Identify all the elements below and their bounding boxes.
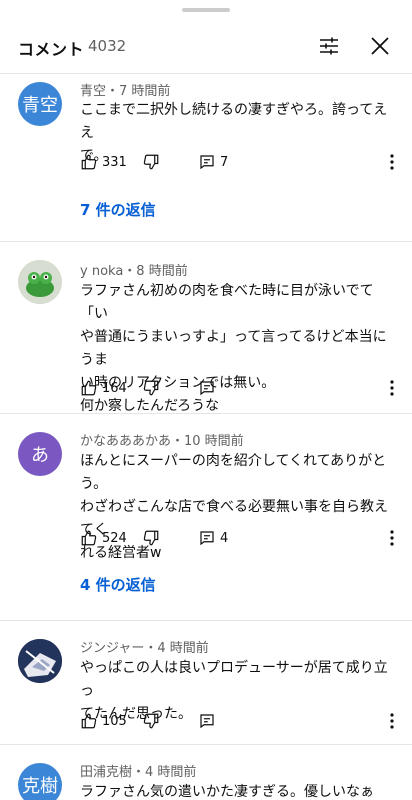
comment-actions: 164 (80, 376, 400, 400)
more-options-button[interactable] (382, 376, 402, 400)
more-options-button[interactable] (382, 526, 402, 550)
avatar-text: 克樹 (22, 776, 58, 797)
view-replies-link[interactable]: 4 件の返信 (80, 574, 156, 595)
comment-meta: 青空・7 時間前 (80, 84, 171, 99)
thumbs-up-icon (81, 530, 97, 546)
more-vert-icon (390, 154, 394, 170)
comment-item: 克樹 田浦克樹・4 時間前 ラファさん気の遣いかた凄すぎる。優しいなぁ (0, 745, 412, 800)
comment-icon (200, 714, 214, 729)
dislike-button[interactable] (142, 150, 160, 174)
like-count: 524 (102, 530, 127, 546)
more-options-button[interactable] (382, 709, 402, 733)
thumbs-down-icon (143, 380, 159, 396)
avatar[interactable]: 青空 (18, 82, 62, 126)
avatar[interactable] (18, 260, 62, 304)
thumbs-down-icon (143, 530, 159, 546)
reply-count: 4 (220, 530, 229, 546)
comment-count: 4032 (88, 37, 127, 55)
reply-count: 7 (220, 154, 229, 170)
comment-text: ラファさん気の遣いかた凄すぎる。優しいなぁ (80, 781, 390, 800)
thumbs-down-icon (143, 713, 159, 729)
comment-item: 青空 青空・7 時間前 ここまで二択外し続けるの凄すぎやろ。誇ってええ で。 3… (0, 74, 412, 242)
like-button[interactable]: 331 (80, 150, 127, 174)
more-vert-icon (390, 713, 394, 729)
avatar-text: あ (31, 445, 49, 466)
header-title: コメント (18, 40, 85, 59)
dislike-button[interactable] (142, 376, 160, 400)
comment-item: あ かなあああかあ・10 時間前 ほんとにスーパーの肉を紹介してくれてありがとう… (0, 414, 412, 621)
like-button[interactable]: 164 (80, 376, 127, 400)
more-vert-icon (390, 530, 394, 546)
comment-line: や普通にうまいっすよ」って言ってるけど本当にうま (80, 329, 387, 368)
like-count: 331 (102, 154, 127, 170)
sliders-icon (320, 37, 338, 55)
like-count: 105 (102, 713, 127, 729)
thumbs-up-icon (81, 713, 97, 729)
close-button[interactable] (366, 32, 394, 60)
comment-item: y noka・8 時間前 ラファさん初めの肉を食べた時に目が泳いでて「い や普通… (0, 242, 412, 414)
frog-avatar-icon (18, 260, 62, 304)
reply-button[interactable] (198, 709, 216, 733)
comments-header: コメント 4032 (0, 0, 412, 74)
thumbs-up-icon (81, 380, 97, 396)
thumbs-up-icon (81, 154, 97, 170)
comment-actions: 105 (80, 709, 400, 733)
avatar-text: 青空 (22, 95, 58, 116)
like-button[interactable]: 524 (80, 526, 127, 550)
comment-line: ここまで二択外し続けるの凄すぎやろ。誇ってええ (80, 102, 388, 141)
like-button[interactable]: 105 (80, 709, 127, 733)
dislike-button[interactable] (142, 526, 160, 550)
comment-icon (200, 155, 214, 170)
comment-actions: 524 4 (80, 526, 400, 550)
comment-icon (200, 531, 214, 546)
comment-icon (200, 381, 214, 396)
avatar[interactable]: 克樹 (18, 763, 62, 800)
thumbs-down-icon (143, 154, 159, 170)
avatar[interactable] (18, 639, 62, 683)
dislike-button[interactable] (142, 709, 160, 733)
comment-meta: 田浦克樹・4 時間前 (80, 765, 197, 780)
avatar[interactable]: あ (18, 432, 62, 476)
filter-button[interactable] (315, 32, 343, 60)
reply-button[interactable]: 7 (198, 150, 228, 174)
comment-line: ほんとにスーパーの肉を紹介してくれてありがとう。 (80, 453, 387, 492)
comment-item: ジンジャー・4 時間前 やっぱこの人は良いプロデューサーが居て成り立っ てたんだ… (0, 621, 412, 745)
comment-actions: 331 7 (80, 150, 400, 174)
more-options-button[interactable] (382, 150, 402, 174)
like-count: 164 (102, 380, 127, 396)
comment-line: ラファさん初めの肉を食べた時に目が泳いでて「い (80, 283, 374, 322)
comment-meta: ジンジャー・4 時間前 (80, 641, 209, 656)
comment-meta: かなあああかあ・10 時間前 (80, 434, 244, 449)
reply-button[interactable] (198, 376, 216, 400)
more-vert-icon (390, 380, 394, 396)
comment-meta: y noka・8 時間前 (80, 264, 188, 279)
anime-avatar-icon (18, 639, 62, 683)
view-replies-link[interactable]: 7 件の返信 (80, 199, 156, 220)
reply-button[interactable]: 4 (198, 526, 228, 550)
comment-line: ラファさん気の遣いかた凄すぎる。優しいなぁ (80, 784, 374, 800)
close-icon (371, 37, 389, 55)
comment-line: やっぱこの人は良いプロデューサーが居て成り立っ (80, 660, 388, 699)
comment-list: 青空 青空・7 時間前 ここまで二択外し続けるの凄すぎやろ。誇ってええ で。 3… (0, 74, 412, 800)
